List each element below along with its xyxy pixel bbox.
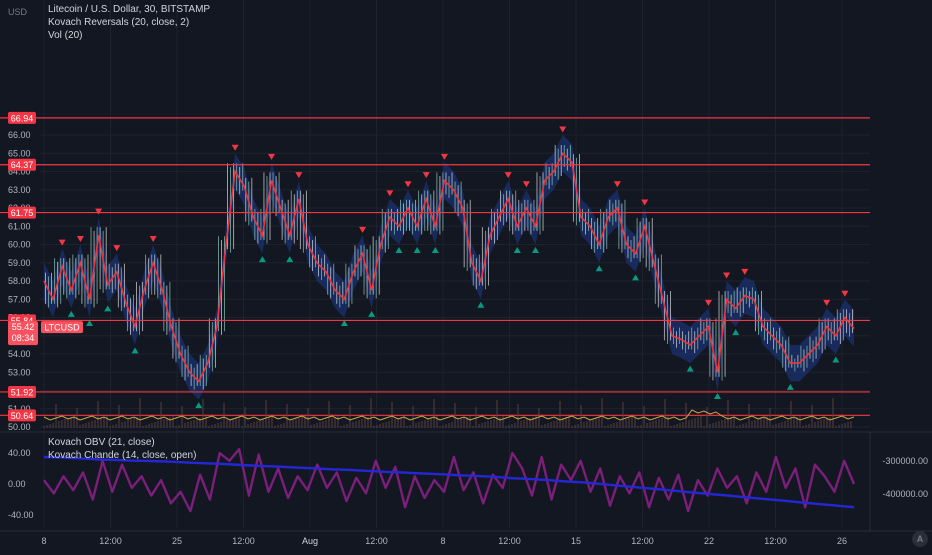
price-axis-tick: 50.00 (8, 422, 31, 432)
symbol-tag-text: LTCUSD (44, 323, 80, 333)
reversal-up-marker (395, 246, 403, 253)
reversal-up-marker (786, 383, 794, 390)
time-axis-tick: 12:00 (232, 536, 255, 546)
bar-countdown: 08:34 (12, 333, 35, 343)
reversal-down-marker (113, 245, 121, 252)
reversal-down-marker (268, 153, 276, 160)
time-axis-tick: 12:00 (365, 536, 388, 546)
price-axis-tick: 54.00 (8, 349, 31, 359)
reversal-up-marker (413, 246, 421, 253)
reversal-down-marker (504, 172, 512, 179)
reversal-up-marker (531, 246, 539, 253)
reversal-up-marker (477, 301, 485, 308)
lower-left-axis-tick: 40.00 (8, 448, 31, 458)
price-axis-tick: 53.00 (8, 367, 31, 377)
reversal-down-marker (295, 172, 303, 179)
indicator-volume[interactable]: Vol (20) (48, 30, 82, 41)
chart-root[interactable]: 66.0065.0064.0063.0062.0061.0060.0059.00… (0, 0, 932, 550)
indicator-kovach-obv[interactable]: Kovach OBV (21, close) (48, 437, 155, 448)
reversal-down-marker (741, 268, 749, 275)
reversal-down-marker (359, 226, 367, 233)
reversal-down-marker (823, 299, 831, 306)
reversal-down-marker (559, 126, 567, 133)
price-axis-tick: 58.00 (8, 276, 31, 286)
price-axis-tick: 63.00 (8, 185, 31, 195)
reversal-down-marker (386, 190, 394, 197)
reversal-down-marker (149, 236, 157, 243)
lower-left-axis-tick: -40.00 (8, 510, 34, 520)
reversal-up-marker (632, 274, 640, 281)
price-axis-tick: 65.00 (8, 148, 31, 158)
level-price-tag-text: 50.64 (11, 411, 34, 421)
reversal-down-marker (404, 181, 412, 188)
volatility-band (44, 135, 854, 400)
level-price-tag-text: 61.75 (11, 208, 34, 218)
time-axis-tick: Aug (302, 536, 318, 546)
chart-canvas[interactable]: 66.0065.0064.0063.0062.0061.0060.0059.00… (0, 0, 932, 550)
reversal-up-marker (686, 365, 694, 372)
time-axis-tick: 8 (440, 536, 445, 546)
lower-right-axis-tick: -300000.00 (882, 456, 928, 466)
price-axis-tick: 59.00 (8, 258, 31, 268)
time-axis-tick: 22 (704, 536, 714, 546)
time-axis-tick: 12:00 (631, 536, 654, 546)
time-axis-tick: 15 (571, 536, 581, 546)
time-axis-tick: 12:00 (99, 536, 122, 546)
indicator-kovach-reversals[interactable]: Kovach Reversals (20, close, 2) (48, 17, 189, 28)
time-axis-tick: 26 (837, 536, 847, 546)
reversal-down-marker (95, 208, 103, 215)
reversal-up-marker (832, 356, 840, 363)
lower-left-axis-tick: 0.00 (8, 479, 26, 489)
reversal-up-marker (258, 256, 266, 263)
currency-label: USD (8, 7, 28, 17)
reversal-down-marker (231, 144, 239, 151)
reversal-up-marker (595, 265, 603, 272)
time-axis-tick: 12:00 (498, 536, 521, 546)
time-axis-tick: 25 (172, 536, 182, 546)
reversal-down-marker (522, 181, 530, 188)
reversal-up-marker (131, 347, 139, 354)
level-price-tag-text: 51.92 (11, 387, 34, 397)
reversal-down-marker (440, 153, 448, 160)
reversal-down-marker (613, 181, 621, 188)
reversal-up-marker (732, 329, 740, 336)
lower-right-axis-tick: -400000.00 (882, 489, 928, 499)
last-price-value: 55.42 (12, 322, 35, 332)
reversal-down-marker (704, 299, 712, 306)
level-price-tag-text: 64.37 (11, 160, 34, 170)
price-axis-tick: 60.00 (8, 240, 31, 250)
reversal-up-marker (286, 256, 294, 263)
price-axis-tick: 61.00 (8, 221, 31, 231)
indicator-kovach-chande[interactable]: Kovach Chande (14, close, open) (48, 450, 196, 461)
price-axis-tick: 66.00 (8, 130, 31, 140)
symbol-title[interactable]: Litecoin / U.S. Dollar, 30, BITSTAMP (48, 4, 210, 15)
reversal-down-marker (422, 172, 430, 179)
level-price-tag-text: 66.94 (11, 113, 34, 123)
reversal-up-marker (713, 392, 721, 399)
reversal-up-marker (67, 310, 75, 317)
time-axis-tick: 12:00 (764, 536, 787, 546)
reversal-up-marker (195, 402, 203, 409)
tradingview-logo-icon[interactable]: A (912, 531, 928, 547)
reversal-down-marker (76, 236, 84, 243)
reversal-up-marker (368, 310, 376, 317)
reversal-down-marker (723, 272, 731, 279)
reversal-up-marker (431, 246, 439, 253)
price-axis-tick: 57.00 (8, 294, 31, 304)
reversal-up-marker (513, 246, 521, 253)
time-axis-tick: 8 (41, 536, 46, 546)
